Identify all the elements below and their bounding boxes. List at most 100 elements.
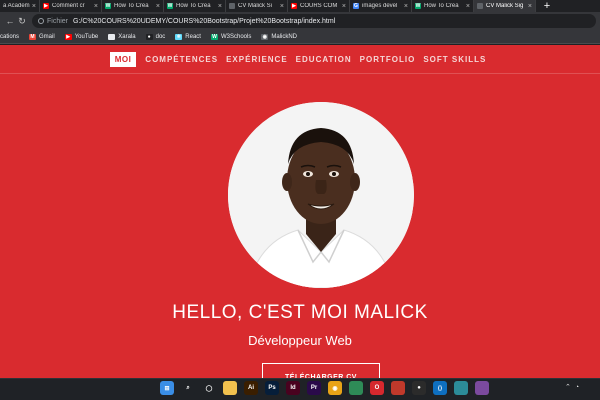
- web-page: MOI COMPÉTENCES EXPÉRIENCE EDUCATION PORTFO…: [0, 45, 600, 378]
- bookmark-label: cations: [0, 33, 20, 40]
- tab-label: CV Malick Sig: [486, 3, 524, 9]
- tab-close-icon[interactable]: ×: [280, 3, 284, 10]
- bookmark-item[interactable]: ◉ MalickND: [261, 33, 298, 40]
- tab-label: Comment cr: [52, 3, 85, 9]
- tab-close-icon[interactable]: ×: [156, 3, 160, 10]
- bookmark-item[interactable]: ● doc: [145, 33, 165, 40]
- system-tray: ⌃ ◔: [565, 383, 583, 392]
- illustrator-icon[interactable]: Ai: [244, 381, 258, 395]
- tab-close-icon[interactable]: ×: [466, 3, 470, 10]
- tab-close-icon[interactable]: ×: [404, 3, 408, 10]
- vscode-icon[interactable]: ⟨⟩: [433, 381, 447, 395]
- hero-subtitle: Développeur Web: [248, 333, 352, 348]
- nav-link[interactable]: COMPÉTENCES: [145, 55, 218, 64]
- bookmark-icon: ◉: [261, 33, 269, 40]
- bookmark-icon: ●: [145, 33, 153, 40]
- nav-divider: [0, 73, 600, 74]
- hero-title: HELLO, C'EST MOI MALICK: [172, 302, 428, 323]
- app-photo-icon[interactable]: [475, 381, 489, 395]
- browser-tab[interactable]: a Academ ×: [0, 0, 40, 12]
- nav-link[interactable]: PORTFOLIO: [360, 55, 416, 64]
- bookmark-icon: ▶: [64, 33, 72, 40]
- photoshop-icon[interactable]: Ps: [265, 381, 279, 395]
- tab-close-icon[interactable]: ×: [528, 3, 532, 10]
- bookmark-label: YouTube: [74, 33, 99, 40]
- tab-close-icon[interactable]: ×: [218, 3, 222, 10]
- tab-favicon-icon: ▶: [43, 3, 49, 9]
- bookmark-item[interactable]: W W3Schools: [210, 33, 251, 40]
- browser-tab[interactable]: W How To Crea ×: [164, 0, 226, 12]
- browser-tab[interactable]: ▶ COURS COM ×: [288, 0, 350, 12]
- brand-logo[interactable]: MOI: [109, 51, 137, 67]
- file-explorer-icon[interactable]: [223, 381, 237, 395]
- reload-icon[interactable]: ↻: [16, 16, 28, 27]
- url-text: G:/C%20COURS%20UDEMY/COURS%20Bootstrap/P…: [73, 17, 336, 25]
- bookmark-item[interactable]: ⚛ React: [175, 33, 201, 40]
- profile-photo: [228, 102, 414, 288]
- bookmark-item[interactable]: cations: [0, 34, 19, 40]
- app-green-icon[interactable]: [349, 381, 363, 395]
- tab-favicon-icon: W: [167, 3, 173, 9]
- back-icon[interactable]: ←: [4, 16, 16, 26]
- nav-link[interactable]: EDUCATION: [296, 55, 352, 64]
- tab-favicon-icon: ▶: [291, 3, 297, 9]
- bookmark-label: Gmail: [39, 33, 55, 40]
- cortana-icon[interactable]: ◯: [202, 381, 216, 395]
- bookmark-item[interactable]: Xarala: [108, 33, 136, 40]
- bookmark-icon: W: [210, 33, 218, 40]
- tab-close-icon[interactable]: ×: [342, 3, 346, 10]
- tab-favicon-icon: W: [105, 3, 111, 9]
- tab-close-icon[interactable]: ×: [94, 3, 98, 10]
- download-cv-button[interactable]: TÉLÉCHARGER CV: [262, 363, 380, 378]
- obs-icon[interactable]: ●: [412, 381, 426, 395]
- tab-label: COURS COM: [300, 3, 338, 9]
- bookmark-label: React: [185, 33, 201, 40]
- bookmark-icon: ⚛: [175, 33, 183, 40]
- nav-link[interactable]: SOFT SKILLS: [423, 55, 486, 64]
- browser-tab-strip: a Academ × ▶ Comment cr × W How To Crea × W How T…: [0, 0, 600, 12]
- bookmark-icon: [108, 33, 116, 40]
- tab-label: How To Crea: [424, 3, 459, 9]
- bookmark-label: MalickND: [271, 33, 298, 40]
- bookmark-icon: M: [29, 33, 37, 40]
- tab-label: images devel: [362, 3, 398, 9]
- tray-chevron-icon[interactable]: ⌃: [565, 383, 571, 391]
- chrome-icon[interactable]: ◉: [328, 381, 342, 395]
- browser-tab[interactable]: Gimages devel ×: [350, 0, 412, 12]
- browser-tab[interactable]: CV Malick Sig ×: [474, 0, 536, 12]
- premiere-icon[interactable]: Pr: [307, 381, 321, 395]
- taskbar-icons: ⊞ ⌕ ◯ Ai Ps Id Pr ◉ O ● ⟨⟩: [160, 381, 496, 395]
- address-toolbar: ← ↻ Fichier G:/C%20COURS%20UDEMY/COURS%2…: [0, 12, 600, 30]
- tab-favicon-icon: [477, 3, 483, 9]
- bookmarks-bar: cations M Gmail ▶ YouTube Xarala ● doc ⚛ React W W3…: [0, 30, 600, 44]
- browser-tab[interactable]: ▶ Comment cr ×: [40, 0, 102, 12]
- app-teal-icon[interactable]: [454, 381, 468, 395]
- bookmark-item[interactable]: M Gmail: [29, 33, 55, 40]
- tab-close-icon[interactable]: ×: [32, 3, 36, 10]
- indesign-icon[interactable]: Id: [286, 381, 300, 395]
- browser-tab[interactable]: W How To Crea ×: [102, 0, 164, 12]
- app-red-icon[interactable]: [391, 381, 405, 395]
- site-info[interactable]: Fichier: [38, 18, 68, 25]
- opera-icon[interactable]: O: [370, 381, 384, 395]
- nav-link[interactable]: EXPÉRIENCE: [226, 55, 288, 64]
- bookmark-item[interactable]: ▶ YouTube: [64, 33, 99, 40]
- tab-favicon-icon: G: [353, 3, 359, 9]
- windows-taskbar: ⊞ ⌕ ◯ Ai Ps Id Pr ◉ O ● ⟨⟩ ⌃ ◔: [0, 378, 600, 400]
- network-icon[interactable]: ◔: [575, 384, 579, 391]
- site-navbar: MOI COMPÉTENCES EXPÉRIENCE EDUCATION PORTFO…: [0, 45, 600, 73]
- tab-label: How To Crea: [176, 3, 211, 9]
- browser-tab[interactable]: CV Malick Si ×: [226, 0, 288, 12]
- info-icon: [38, 18, 44, 24]
- address-bar[interactable]: Fichier G:/C%20COURS%20UDEMY/COURS%20Boo…: [32, 14, 596, 28]
- new-tab-button[interactable]: +: [536, 0, 558, 12]
- browser-tab[interactable]: W How To Crea ×: [412, 0, 474, 12]
- scheme-label: Fichier: [47, 17, 69, 25]
- tab-label: CV Malick Si: [238, 3, 273, 9]
- bookmark-label: Xarala: [118, 33, 136, 40]
- tab-label: How To Crea: [114, 3, 149, 9]
- tab-favicon-icon: W: [415, 3, 421, 9]
- windows-start-icon[interactable]: ⊞: [160, 381, 174, 395]
- tab-label: a Academ: [3, 3, 30, 9]
- search-icon[interactable]: ⌕: [181, 381, 195, 395]
